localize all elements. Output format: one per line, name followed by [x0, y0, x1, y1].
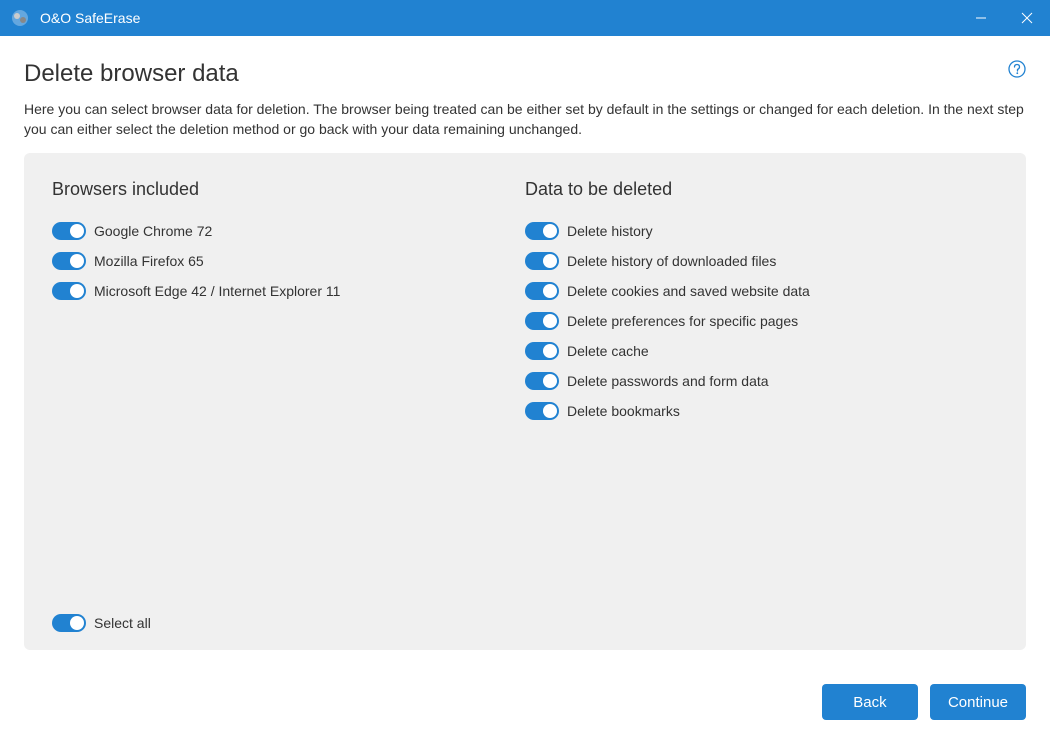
data-heading: Data to be deleted: [525, 179, 998, 200]
toggle-label: Delete history: [567, 223, 653, 239]
page-title: Delete browser data: [24, 60, 239, 88]
toggle-label: Delete bookmarks: [567, 403, 680, 419]
page-description: Here you can select browser data for del…: [24, 100, 1026, 139]
toggle-delete-history[interactable]: [525, 222, 559, 240]
toggle-label: Delete history of downloaded files: [567, 253, 776, 269]
toggle-label: Google Chrome 72: [94, 223, 212, 239]
toggle-firefox[interactable]: [52, 252, 86, 270]
toggle-edge-ie[interactable]: [52, 282, 86, 300]
columns: Browsers included Google Chrome 72 Mozil…: [52, 179, 998, 614]
data-item: Delete history: [525, 222, 998, 240]
app-window: O&O SafeErase Delete browser data: [0, 0, 1050, 744]
browsers-column: Browsers included Google Chrome 72 Mozil…: [52, 179, 525, 614]
help-button[interactable]: [1008, 60, 1026, 78]
close-button[interactable]: [1004, 0, 1050, 36]
toggle-delete-cache[interactable]: [525, 342, 559, 360]
toggle-label: Delete preferences for specific pages: [567, 313, 798, 329]
app-icon: [10, 8, 30, 28]
data-item: Delete cache: [525, 342, 998, 360]
toggle-chrome[interactable]: [52, 222, 86, 240]
help-icon: [1008, 60, 1026, 78]
options-panel: Browsers included Google Chrome 72 Mozil…: [24, 153, 1026, 650]
select-all-label: Select all: [94, 615, 151, 631]
header-row: Delete browser data: [24, 60, 1026, 88]
toggle-delete-cookies[interactable]: [525, 282, 559, 300]
data-item: Delete passwords and form data: [525, 372, 998, 390]
toggle-label: Delete passwords and form data: [567, 373, 769, 389]
minimize-icon: [975, 12, 987, 24]
browser-item: Mozilla Firefox 65: [52, 252, 525, 270]
titlebar: O&O SafeErase: [0, 0, 1050, 36]
toggle-label: Mozilla Firefox 65: [94, 253, 204, 269]
toggle-select-all[interactable]: [52, 614, 86, 632]
titlebar-title: O&O SafeErase: [40, 10, 958, 26]
browser-item: Google Chrome 72: [52, 222, 525, 240]
select-all-row: Select all: [52, 614, 998, 632]
content-area: Delete browser data Here you can select …: [0, 36, 1050, 670]
toggle-delete-download-history[interactable]: [525, 252, 559, 270]
close-icon: [1021, 12, 1033, 24]
toggle-label: Microsoft Edge 42 / Internet Explorer 11: [94, 283, 340, 299]
browser-item: Microsoft Edge 42 / Internet Explorer 11: [52, 282, 525, 300]
browsers-heading: Browsers included: [52, 179, 525, 200]
data-item: Delete history of downloaded files: [525, 252, 998, 270]
data-item: Delete preferences for specific pages: [525, 312, 998, 330]
data-item: Delete cookies and saved website data: [525, 282, 998, 300]
toggle-label: Delete cache: [567, 343, 649, 359]
window-controls: [958, 0, 1050, 36]
minimize-button[interactable]: [958, 0, 1004, 36]
continue-button[interactable]: Continue: [930, 684, 1026, 720]
footer: Back Continue: [0, 670, 1050, 744]
back-button[interactable]: Back: [822, 684, 918, 720]
toggle-delete-preferences[interactable]: [525, 312, 559, 330]
toggle-delete-bookmarks[interactable]: [525, 402, 559, 420]
data-column: Data to be deleted Delete history Delete…: [525, 179, 998, 614]
toggle-delete-passwords[interactable]: [525, 372, 559, 390]
data-item: Delete bookmarks: [525, 402, 998, 420]
toggle-label: Delete cookies and saved website data: [567, 283, 810, 299]
